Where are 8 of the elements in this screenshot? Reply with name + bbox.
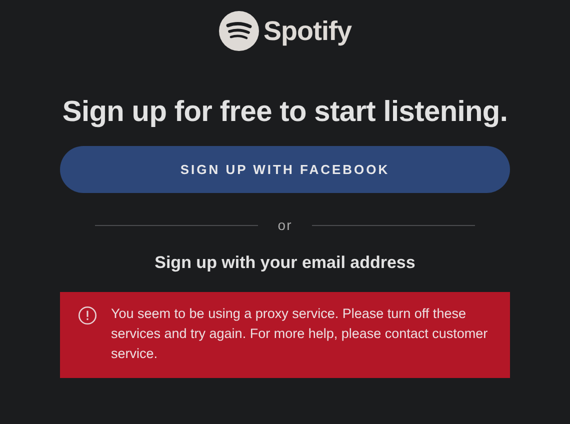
error-message: You seem to be using a proxy service. Please turn off these services and try again. For more help, please contact customer service. [111,305,489,363]
facebook-signup-button[interactable]: SIGN UP WITH FACEBOOK [60,146,510,193]
logo-wordmark: Spotify [264,16,352,46]
warning-icon [78,306,97,325]
divider-label: or [278,217,292,233]
logo-icon [218,11,258,51]
email-signup-heading: Sign up with your email address [154,253,416,273]
page-heading: Sign up for free to start listening. [62,95,508,130]
